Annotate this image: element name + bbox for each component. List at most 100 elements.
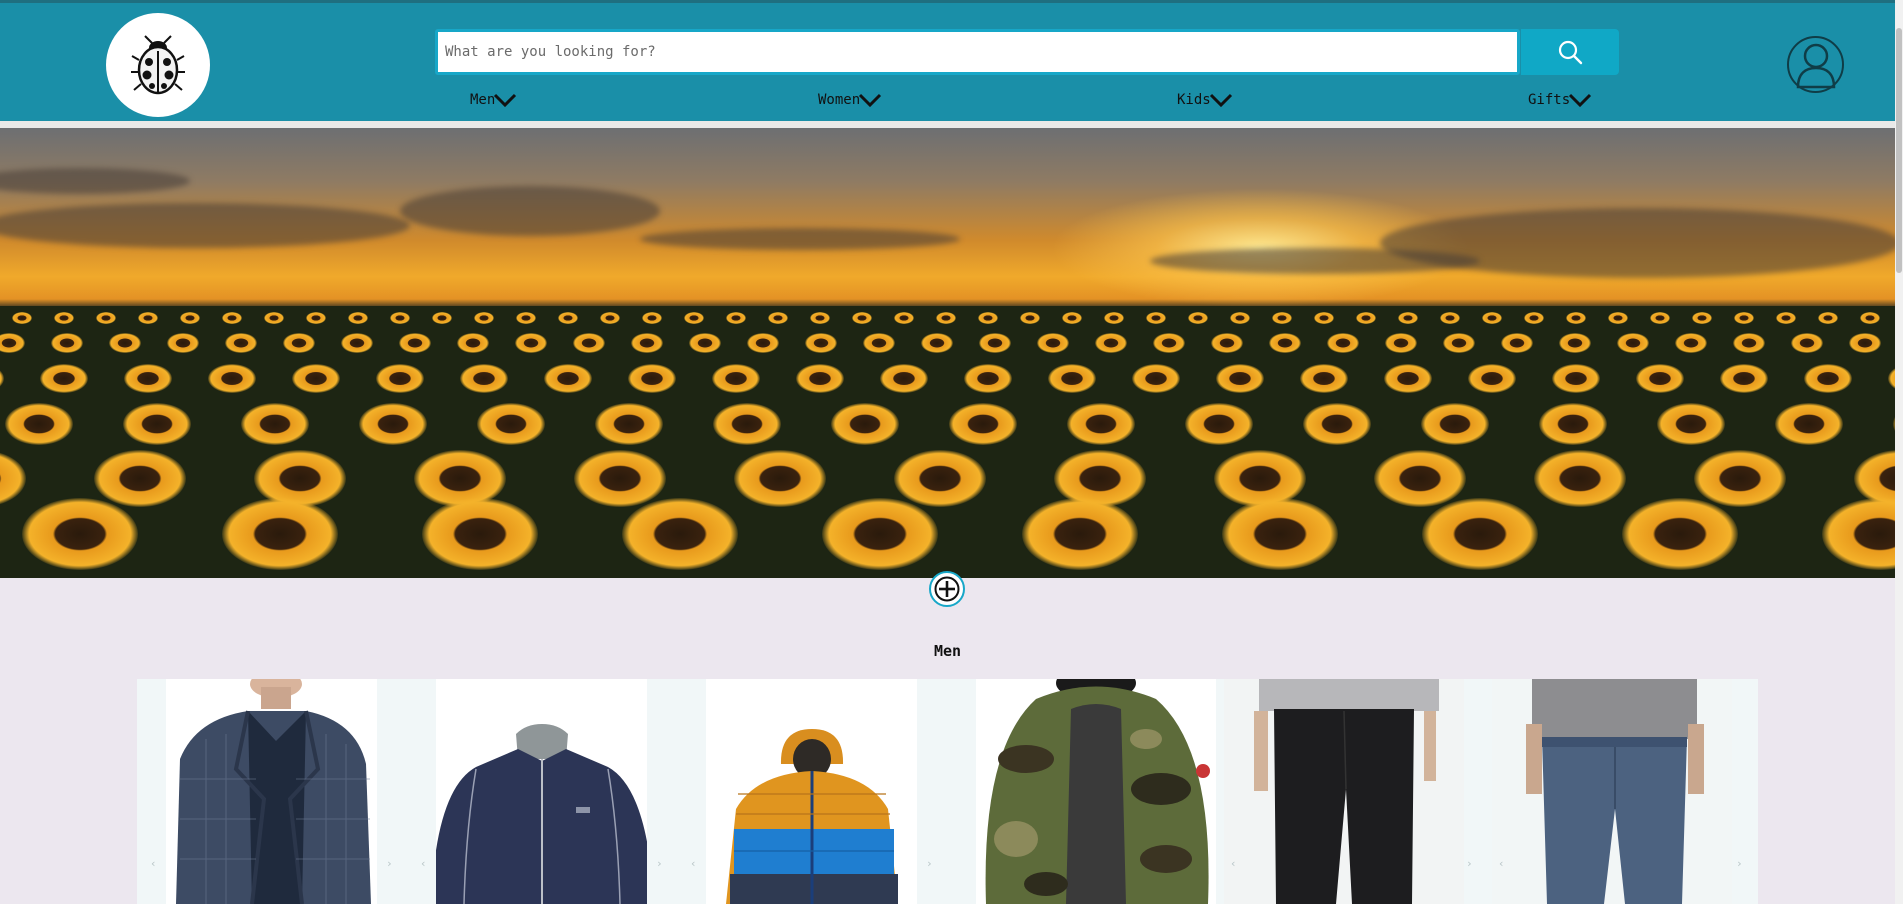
sunflower bbox=[1694, 450, 1786, 508]
sunflower bbox=[208, 363, 256, 394]
sunflower bbox=[1422, 498, 1538, 571]
page-scrollbar[interactable] bbox=[1895, 0, 1903, 904]
sunflower bbox=[5, 402, 73, 445]
sunflower bbox=[1022, 498, 1138, 571]
chevron-left-icon[interactable]: ‹ bbox=[150, 857, 157, 870]
product-card[interactable] bbox=[706, 679, 917, 904]
nav-women-label: Women bbox=[818, 92, 861, 108]
cloud bbox=[1150, 248, 1480, 274]
chevron-right-icon[interactable]: › bbox=[656, 857, 663, 870]
chevron-left-icon[interactable]: ‹ bbox=[420, 857, 427, 870]
sunflower bbox=[22, 498, 138, 571]
sunflower bbox=[1636, 363, 1684, 394]
sunflower bbox=[1421, 402, 1489, 445]
sunflower bbox=[796, 363, 844, 394]
camo-parka-image bbox=[976, 679, 1216, 904]
user-account-button[interactable] bbox=[1787, 36, 1844, 93]
sunflower bbox=[713, 402, 781, 445]
sunflower bbox=[1300, 363, 1348, 394]
nav-men[interactable]: Men bbox=[470, 89, 517, 111]
chevron-left-icon[interactable]: ‹ bbox=[1230, 857, 1237, 870]
sunflower bbox=[628, 363, 676, 394]
scrollbar-thumb[interactable] bbox=[1896, 28, 1902, 273]
sunflower bbox=[1534, 450, 1626, 508]
product-card[interactable] bbox=[436, 679, 647, 904]
chevron-right-icon[interactable]: › bbox=[1736, 857, 1743, 870]
product-carousel: ‹ › ‹ › ‹ › ‹ › ‹ › bbox=[137, 679, 1758, 904]
chevron-left-icon[interactable]: ‹ bbox=[1498, 857, 1505, 870]
expand-button[interactable] bbox=[929, 571, 965, 607]
ladybug-logo[interactable] bbox=[106, 13, 210, 117]
chevron-down-icon bbox=[1569, 93, 1592, 108]
sunflower bbox=[622, 498, 738, 571]
chevron-down-icon bbox=[859, 93, 882, 108]
sunflower bbox=[595, 402, 663, 445]
sunflower bbox=[292, 363, 340, 394]
sunflower bbox=[359, 402, 427, 445]
chevron-right-icon[interactable]: › bbox=[386, 857, 393, 870]
black-jeans-image bbox=[1224, 679, 1464, 904]
nav-gifts-label: Gifts bbox=[1528, 92, 1571, 108]
sunflower bbox=[964, 363, 1012, 394]
cloud bbox=[400, 186, 660, 236]
sunflower bbox=[822, 498, 938, 571]
chevron-down-icon bbox=[1209, 93, 1232, 108]
plaid-blazer-image bbox=[166, 679, 377, 904]
sunflower bbox=[1216, 363, 1264, 394]
nav-gifts[interactable]: Gifts bbox=[1528, 89, 1592, 111]
nav-kids-label: Kids bbox=[1177, 92, 1211, 108]
plus-icon bbox=[934, 576, 960, 602]
sunflower bbox=[1222, 498, 1338, 571]
sunflower bbox=[1374, 450, 1466, 508]
product-card[interactable] bbox=[1224, 679, 1464, 904]
sunflower bbox=[241, 402, 309, 445]
sunflower bbox=[1303, 402, 1371, 445]
sunflower bbox=[1622, 498, 1738, 571]
blue-jeans-image bbox=[1492, 679, 1732, 904]
sunflower bbox=[123, 402, 191, 445]
sunflower bbox=[376, 363, 424, 394]
cloud bbox=[0, 203, 410, 248]
sunflower bbox=[1384, 363, 1432, 394]
user-icon bbox=[1796, 43, 1835, 88]
section-title: Men bbox=[933, 642, 962, 660]
sunflower bbox=[1552, 363, 1600, 394]
product-card[interactable] bbox=[166, 679, 377, 904]
sunflower bbox=[1185, 402, 1253, 445]
sunflower bbox=[1048, 363, 1096, 394]
sunflower bbox=[949, 402, 1017, 445]
sunflower bbox=[94, 450, 186, 508]
orange-blue-puffer-jacket-image bbox=[706, 679, 917, 904]
sunflower bbox=[40, 363, 88, 394]
sunflower bbox=[574, 450, 666, 508]
sunflower bbox=[1132, 363, 1180, 394]
sunflower bbox=[880, 363, 928, 394]
chevron-left-icon[interactable]: ‹ bbox=[690, 857, 697, 870]
product-card[interactable] bbox=[976, 679, 1216, 904]
sunflower bbox=[422, 498, 538, 571]
sunflower bbox=[894, 450, 986, 508]
sunflower bbox=[1067, 402, 1135, 445]
sunflower bbox=[124, 363, 172, 394]
sunflower bbox=[1657, 402, 1725, 445]
sunflower bbox=[712, 363, 760, 394]
nav-men-label: Men bbox=[470, 92, 496, 108]
hero-banner-sunflower-field bbox=[0, 128, 1895, 578]
sunflower bbox=[1804, 363, 1852, 394]
sunflower bbox=[1775, 402, 1843, 445]
sunflower bbox=[734, 450, 826, 508]
sunflower bbox=[460, 363, 508, 394]
nav-kids[interactable]: Kids bbox=[1177, 89, 1233, 111]
search-input[interactable] bbox=[438, 32, 1517, 72]
chevron-right-icon[interactable]: › bbox=[926, 857, 933, 870]
product-card[interactable] bbox=[1492, 679, 1732, 904]
search-box bbox=[435, 29, 1520, 75]
sunflower bbox=[544, 363, 592, 394]
chevron-right-icon[interactable]: › bbox=[1466, 857, 1473, 870]
navy-track-jacket-image bbox=[436, 679, 647, 904]
nav-women[interactable]: Women bbox=[818, 89, 882, 111]
sunflower bbox=[1720, 363, 1768, 394]
sunflower bbox=[222, 498, 338, 571]
chevron-down-icon bbox=[494, 93, 517, 108]
search-button[interactable] bbox=[1521, 29, 1619, 75]
